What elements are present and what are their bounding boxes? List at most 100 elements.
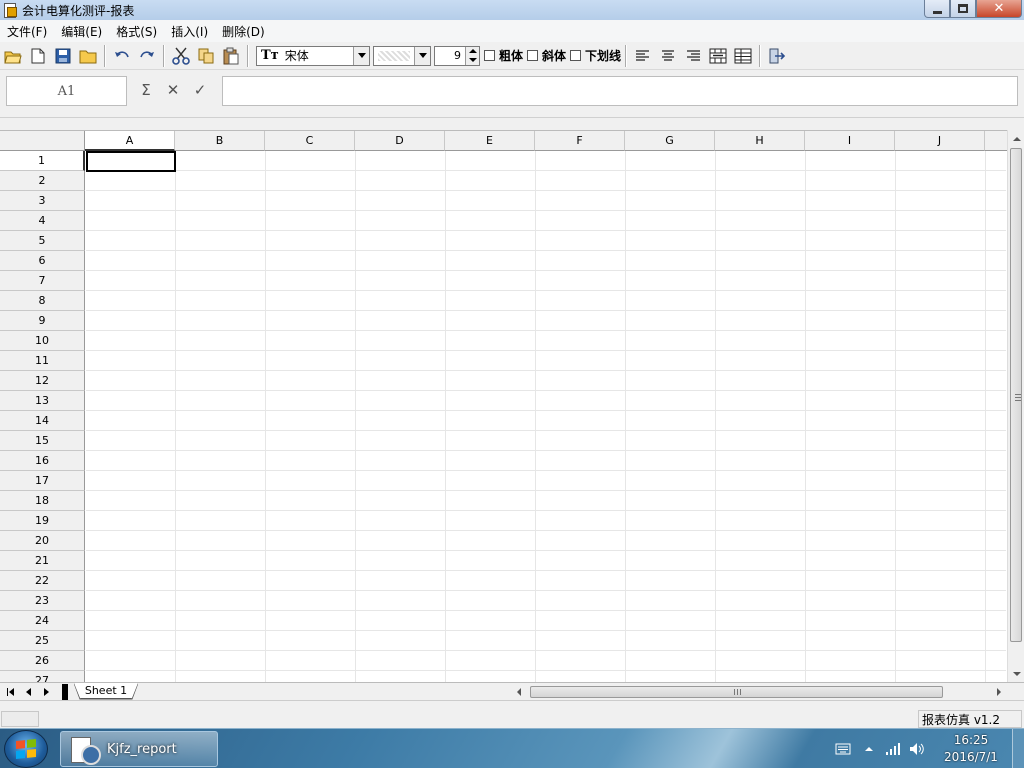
redo-button[interactable] — [135, 44, 159, 68]
align-left-button[interactable] — [631, 44, 655, 68]
row-header[interactable]: 23 — [0, 591, 85, 611]
open-button[interactable] — [1, 44, 25, 68]
menu-delete[interactable]: 删除(D) — [215, 23, 272, 40]
vertical-scrollbar[interactable] — [1007, 130, 1024, 682]
column-header[interactable]: E — [445, 131, 535, 151]
scroll-down-icon[interactable] — [1008, 665, 1024, 682]
row-header[interactable]: 20 — [0, 531, 85, 551]
row-header[interactable]: 22 — [0, 571, 85, 591]
chevron-down-icon[interactable] — [414, 46, 430, 65]
first-sheet-icon[interactable] — [2, 685, 18, 699]
scroll-up-icon[interactable] — [1008, 130, 1024, 147]
chevron-down-icon[interactable] — [353, 46, 369, 65]
column-header[interactable]: B — [175, 131, 265, 151]
menu-insert[interactable]: 插入(I) — [164, 23, 215, 40]
column-header[interactable]: G — [625, 131, 715, 151]
row-header[interactable]: 13 — [0, 391, 85, 411]
horizontal-scroll-thumb[interactable] — [530, 686, 943, 698]
cell-reference-box[interactable]: A1 — [6, 76, 127, 106]
font-size-stepper[interactable]: 9 — [434, 45, 480, 66]
scroll-left-icon[interactable] — [512, 685, 526, 699]
last-sheet-icon[interactable] — [56, 685, 72, 699]
column-header[interactable]: F — [535, 131, 625, 151]
row-header[interactable]: 15 — [0, 431, 85, 451]
underline-checkbox-box[interactable] — [570, 50, 582, 61]
row-header[interactable]: 16 — [0, 451, 85, 471]
row-header[interactable]: 10 — [0, 331, 85, 351]
menu-file[interactable]: 文件(F) — [0, 23, 54, 40]
cut-button[interactable] — [169, 44, 193, 68]
formula-input[interactable] — [222, 76, 1018, 106]
sheet-tab[interactable]: Sheet 1 — [74, 683, 138, 699]
confirm-edit-button[interactable]: ✓ — [190, 80, 210, 100]
next-sheet-icon[interactable] — [38, 685, 54, 699]
start-button[interactable] — [4, 730, 48, 768]
title-bar[interactable]: 会计电算化测评-报表 ✕ — [0, 0, 1024, 20]
row-header[interactable]: 24 — [0, 611, 85, 631]
italic-checkbox-box[interactable] — [527, 50, 539, 61]
select-all-corner[interactable] — [0, 131, 85, 151]
row-header[interactable]: 26 — [0, 651, 85, 671]
minimize-button[interactable] — [924, 0, 950, 18]
table-borders-button[interactable] — [731, 44, 755, 68]
column-header[interactable]: J — [895, 131, 985, 151]
merge-cells-button[interactable] — [706, 44, 730, 68]
row-header[interactable]: 8 — [0, 291, 85, 311]
exit-button[interactable] — [765, 44, 789, 68]
column-header[interactable]: H — [715, 131, 805, 151]
show-desktop-button[interactable] — [1012, 729, 1024, 768]
row-header[interactable]: 6 — [0, 251, 85, 271]
folder-button[interactable] — [76, 44, 100, 68]
column-header[interactable]: I — [805, 131, 895, 151]
sum-button[interactable]: Σ — [136, 80, 156, 100]
row-header[interactable]: 2 — [0, 171, 85, 191]
active-cell[interactable] — [86, 151, 176, 172]
scroll-right-icon[interactable] — [992, 685, 1006, 699]
bold-checkbox-box[interactable] — [484, 50, 495, 61]
save-button[interactable] — [51, 44, 75, 68]
column-header[interactable]: C — [265, 131, 355, 151]
row-header[interactable]: 12 — [0, 371, 85, 391]
row-header[interactable]: 21 — [0, 551, 85, 571]
paste-button[interactable] — [219, 44, 243, 68]
row-header[interactable]: 7 — [0, 271, 85, 291]
undo-button[interactable] — [110, 44, 134, 68]
bold-checkbox[interactable]: 粗体 — [484, 47, 523, 64]
row-header[interactable]: 9 — [0, 311, 85, 331]
column-header[interactable]: D — [355, 131, 445, 151]
row-header[interactable]: 18 — [0, 491, 85, 511]
row-header[interactable]: 5 — [0, 231, 85, 251]
row-header[interactable]: 1 — [0, 151, 85, 171]
cell-area[interactable] — [86, 151, 1006, 682]
font-style-select[interactable] — [373, 45, 431, 66]
row-header[interactable]: 19 — [0, 511, 85, 531]
italic-checkbox[interactable]: 斜体 — [527, 47, 566, 64]
keyboard-icon[interactable] — [832, 729, 854, 768]
column-header[interactable]: A — [85, 131, 175, 151]
align-right-button[interactable] — [681, 44, 705, 68]
row-header[interactable]: 17 — [0, 471, 85, 491]
taskbar-app-button[interactable]: Kjfz_report — [60, 731, 218, 767]
volume-icon[interactable] — [906, 729, 928, 768]
menu-edit[interactable]: 编辑(E) — [54, 23, 109, 40]
row-header[interactable]: 11 — [0, 351, 85, 371]
row-header[interactable]: 4 — [0, 211, 85, 231]
network-signal-icon[interactable] — [882, 729, 904, 768]
maximize-button[interactable] — [950, 0, 976, 18]
row-header[interactable]: 14 — [0, 411, 85, 431]
show-hidden-icons-icon[interactable] — [860, 729, 878, 768]
close-button[interactable]: ✕ — [976, 0, 1022, 18]
underline-checkbox[interactable]: 下划线 — [570, 47, 621, 64]
stepper-down-icon[interactable] — [466, 56, 479, 65]
vertical-scroll-thumb[interactable] — [1010, 148, 1022, 642]
row-header[interactable]: 3 — [0, 191, 85, 211]
align-center-button[interactable] — [656, 44, 680, 68]
horizontal-scrollbar[interactable] — [512, 685, 1006, 699]
previous-sheet-icon[interactable] — [20, 685, 36, 699]
taskbar-clock[interactable]: 16:25 2016/7/1 — [940, 732, 1002, 766]
font-family-select[interactable]: Tт 宋体 — [256, 45, 370, 66]
cancel-edit-button[interactable]: ✕ — [163, 80, 183, 100]
stepper-up-icon[interactable] — [466, 47, 479, 56]
row-header[interactable]: 27 — [0, 671, 85, 682]
menu-format[interactable]: 格式(S) — [109, 23, 164, 40]
